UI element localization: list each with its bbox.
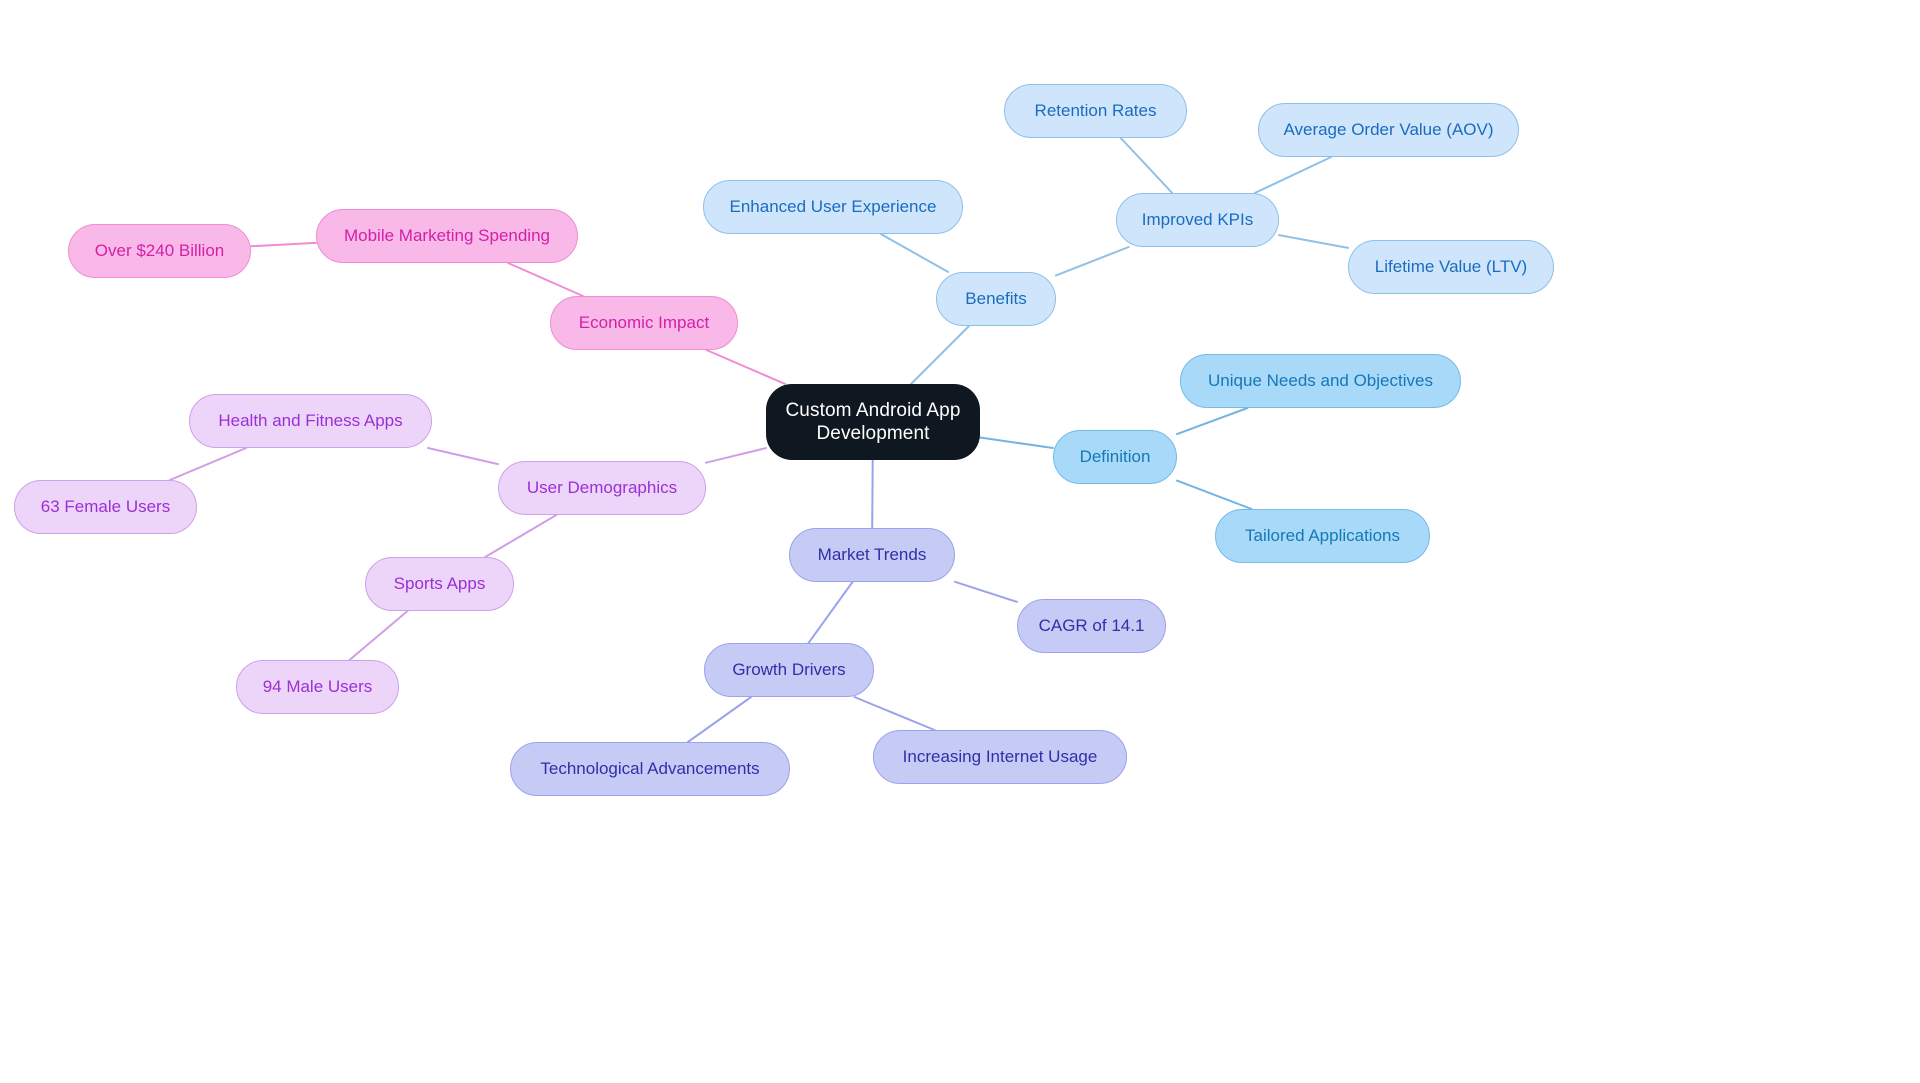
mindmap-node-label: Improved KPIs <box>1141 209 1254 229</box>
mindmap-node-label: Benefits <box>965 288 1027 308</box>
mindmap-node-label: Unique Needs and Objectives <box>1208 370 1433 390</box>
mindmap-node-label: Growth Drivers <box>732 659 846 679</box>
mindmap-node-benefits[interactable]: Benefits <box>936 272 1056 326</box>
mindmap-node-cagr[interactable]: CAGR of 14.1 <box>1017 599 1166 653</box>
mindmap-node-label: 63 Female Users <box>40 496 171 516</box>
mindmap-node-over-240b[interactable]: Over $240 Billion <box>68 224 251 278</box>
mindmap-node-label: Custom Android App Development <box>785 399 961 444</box>
mindmap-node-male-users[interactable]: 94 Male Users <box>236 660 399 714</box>
mindmap-node-label: Over $240 Billion <box>94 240 225 260</box>
mindmap-node-label: Health and Fitness Apps <box>218 410 403 430</box>
mindmap-node-label: Enhanced User Experience <box>729 196 937 216</box>
mindmap-node-economic-impact[interactable]: Economic Impact <box>550 296 738 350</box>
mindmap-node-health-fitness[interactable]: Health and Fitness Apps <box>189 394 432 448</box>
mindmap-node-definition[interactable]: Definition <box>1053 430 1177 484</box>
mindmap-node-growth-drivers[interactable]: Growth Drivers <box>704 643 874 697</box>
mindmap-node-tailored-apps[interactable]: Tailored Applications <box>1215 509 1430 563</box>
mindmap-node-improved-kpis[interactable]: Improved KPIs <box>1116 193 1279 247</box>
mindmap-node-label: Definition <box>1079 446 1151 466</box>
mindmap-node-unique-needs[interactable]: Unique Needs and Objectives <box>1180 354 1461 408</box>
mindmap-node-label: Average Order Value (AOV) <box>1283 119 1494 139</box>
mindmap-node-enhanced-ux[interactable]: Enhanced User Experience <box>703 180 963 234</box>
mindmap-node-label: Mobile Marketing Spending <box>343 225 550 245</box>
mindmap-node-label: Economic Impact <box>578 312 710 332</box>
mindmap-node-label: Market Trends <box>817 544 927 564</box>
mindmap-node-label: Tailored Applications <box>1245 525 1400 545</box>
mindmap-node-aov[interactable]: Average Order Value (AOV) <box>1258 103 1519 157</box>
mindmap-node-label: Sports Apps <box>393 573 486 593</box>
mindmap-node-label: Increasing Internet Usage <box>902 746 1098 766</box>
mindmap-node-retention-rates[interactable]: Retention Rates <box>1004 84 1187 138</box>
mindmap-node-label: Technological Advancements <box>540 758 760 778</box>
mindmap-node-sports-apps[interactable]: Sports Apps <box>365 557 514 611</box>
mindmap-node-market-trends[interactable]: Market Trends <box>789 528 955 582</box>
mindmap-node-user-demographics[interactable]: User Demographics <box>498 461 706 515</box>
mindmap-node-layer: Custom Android App Development Benefits En… <box>0 0 1920 1083</box>
mindmap-node-ltv[interactable]: Lifetime Value (LTV) <box>1348 240 1554 294</box>
mindmap-node-label: User Demographics <box>526 477 678 497</box>
mindmap-node-label: CAGR of 14.1 <box>1038 615 1145 635</box>
mindmap-node-label: Retention Rates <box>1034 100 1157 120</box>
mindmap-node-label: 94 Male Users <box>262 676 373 696</box>
mindmap-node-mobile-marketing[interactable]: Mobile Marketing Spending <box>316 209 578 263</box>
mindmap-node-internet-usage[interactable]: Increasing Internet Usage <box>873 730 1127 784</box>
mindmap-node-label: Lifetime Value (LTV) <box>1374 256 1528 276</box>
mindmap-canvas: Custom Android App Development Benefits En… <box>0 0 1920 1083</box>
mindmap-node-female-users[interactable]: 63 Female Users <box>14 480 197 534</box>
mindmap-node-root[interactable]: Custom Android App Development <box>766 384 980 460</box>
mindmap-node-tech-advancements[interactable]: Technological Advancements <box>510 742 790 796</box>
